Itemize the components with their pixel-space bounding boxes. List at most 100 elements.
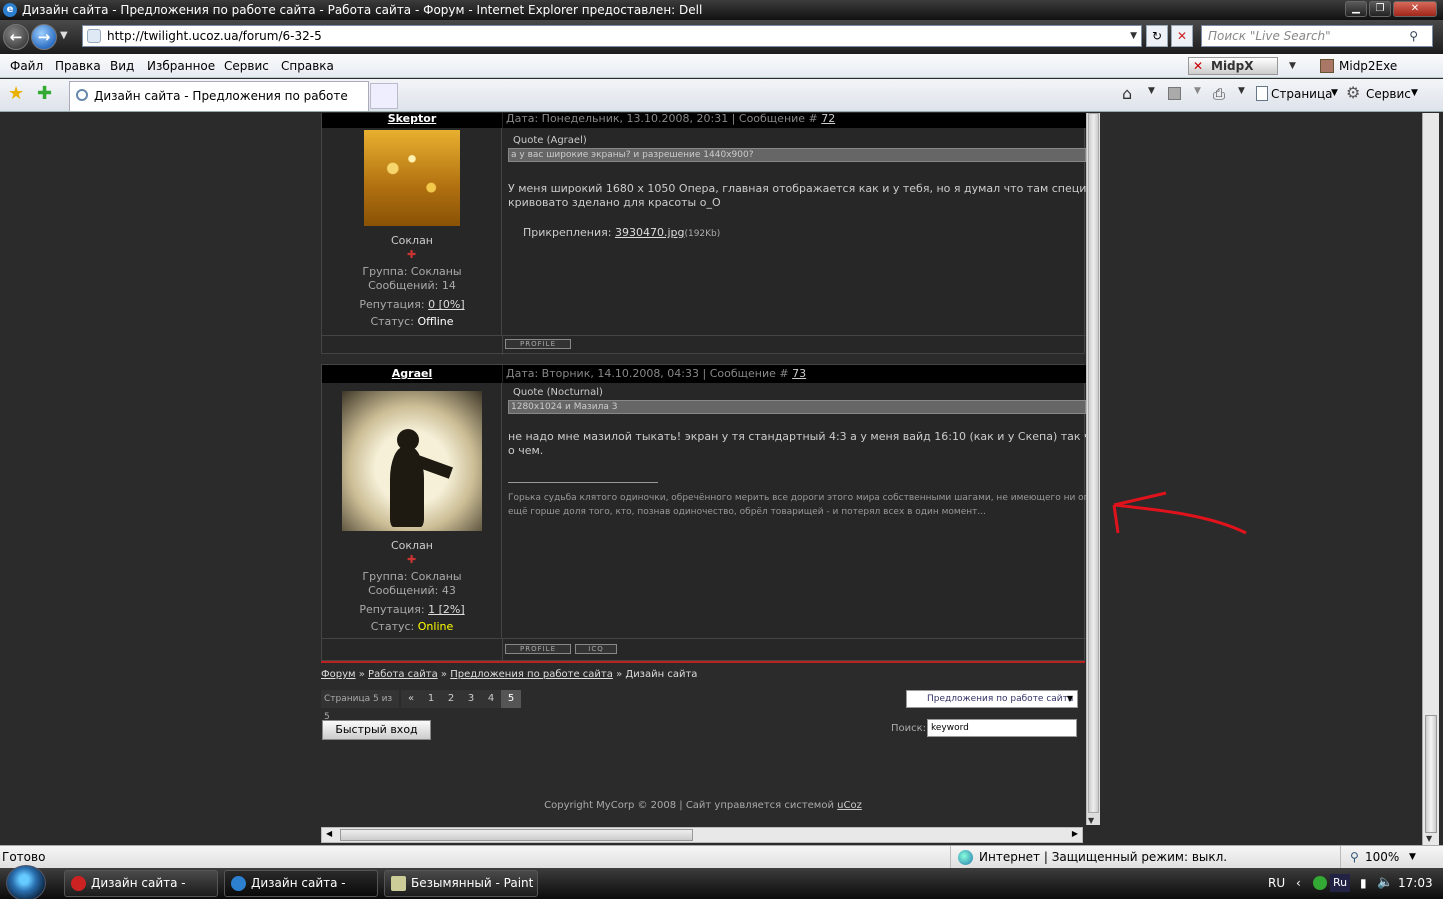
tray-app-icon[interactable]	[1313, 876, 1327, 890]
search-input[interactable]: Поиск "Live Search" ⚲	[1201, 25, 1433, 47]
signature-line2: ещё горше доля того, кто, познав одиноче…	[508, 507, 986, 517]
menu-edit[interactable]: Правка	[55, 54, 101, 78]
pagination-page[interactable]: 4	[481, 690, 501, 708]
quick-login-button[interactable]: Быстрый вход	[322, 720, 431, 740]
opera-icon	[71, 876, 86, 891]
favorites-star-icon[interactable]: ★	[8, 83, 24, 104]
ucoz-link[interactable]: uCoz	[837, 800, 862, 811]
taskbar-item-ie[interactable]: Дизайн сайта - Пре...	[224, 870, 378, 897]
zoom-dropdown-icon[interactable]: ▼	[1409, 846, 1416, 868]
forum-jump-select[interactable]: Предложения по работе сайта ▼	[906, 690, 1078, 708]
address-bar[interactable]: http://twilight.ucoz.ua/forum/6-32-5 ▼	[82, 25, 1142, 47]
post-author[interactable]: Skeptor	[322, 113, 502, 128]
status-offline: Offline	[417, 315, 454, 328]
print-dropdown-icon[interactable]: ▼	[1238, 86, 1245, 96]
midp-dropdown-icon[interactable]: ▼	[1289, 54, 1296, 78]
home-icon[interactable]: ⌂	[1122, 84, 1132, 103]
post-message-line2: о чем.	[508, 444, 544, 457]
forward-button[interactable]: →	[31, 24, 57, 50]
inner-scroll-thumb[interactable]	[1088, 113, 1099, 813]
profile-button[interactable]: PROFILE	[505, 339, 571, 349]
new-tab-button[interactable]	[370, 83, 398, 109]
browser-vertical-scrollbar[interactable]: ▼	[1422, 113, 1439, 845]
pagination-page[interactable]: 2	[441, 690, 461, 708]
stop-icon: ✕	[1176, 29, 1188, 43]
refresh-button[interactable]: ↻	[1146, 25, 1168, 47]
clock[interactable]: 17:03	[1398, 876, 1433, 890]
breadcrumb-subsection[interactable]: Предложения по работе сайта	[450, 669, 613, 680]
feeds-icon[interactable]	[1168, 87, 1181, 100]
taskbar: Дизайн сайта - Пре... Дизайн сайта - Пре…	[0, 865, 1443, 899]
post-number-link[interactable]: 73	[792, 367, 806, 380]
browser-scroll-thumb[interactable]	[1425, 715, 1437, 833]
post-number-link[interactable]: 72	[821, 113, 835, 125]
security-zone[interactable]: Интернет | Защищенный режим: выкл.	[979, 846, 1227, 868]
address-dropdown-icon[interactable]: ▼	[1130, 26, 1137, 46]
back-arrow-icon: ←	[9, 28, 23, 46]
stop-button[interactable]: ✕	[1171, 25, 1193, 47]
page-menu-button[interactable]: Страница	[1271, 79, 1333, 109]
minimize-button[interactable]: ▁	[1345, 1, 1367, 17]
menu-file[interactable]: Файл	[10, 54, 43, 78]
tray-expand-icon[interactable]: ‹	[1296, 876, 1301, 890]
user-message-count: Сообщений: 43	[368, 584, 456, 597]
horizontal-scrollbar[interactable]: ◀ ▶	[321, 827, 1083, 843]
menu-favorites[interactable]: Избранное	[147, 54, 215, 78]
scroll-down-icon[interactable]: ▼	[1088, 816, 1094, 825]
post-author[interactable]: Agrael	[322, 365, 502, 383]
taskbar-item-paint[interactable]: Безымянный - Paint	[384, 870, 538, 897]
search-icon[interactable]: ⚲	[1409, 26, 1418, 46]
close-button[interactable]: ✕	[1393, 1, 1437, 17]
scroll-right-icon[interactable]: ▶	[1072, 829, 1078, 838]
quote-text: 1280x1024 и Мазила 3	[508, 400, 1086, 414]
signature-divider	[508, 482, 658, 483]
post-author-panel: Соклан ✚ Группа: Сокланы Сообщений: 14 Р…	[322, 128, 502, 335]
menu-view[interactable]: Вид	[110, 54, 134, 78]
user-reputation: Репутация: 0 [0%]	[359, 298, 465, 311]
pagination-prev[interactable]: «	[401, 690, 421, 708]
breadcrumb-section[interactable]: Работа сайта	[368, 669, 438, 680]
print-icon[interactable]: ⎙	[1213, 85, 1225, 103]
tools-dropdown-icon[interactable]: ▼	[1411, 88, 1418, 98]
breadcrumb-forum[interactable]: Форум	[321, 669, 356, 680]
icq-button[interactable]: ICQ	[575, 644, 617, 654]
profile-button[interactable]: PROFILE	[505, 644, 571, 654]
pagination-current[interactable]: 5	[501, 690, 521, 708]
taskbar-item-opera[interactable]: Дизайн сайта - Пре...	[64, 870, 218, 897]
browser-scroll-down-icon[interactable]: ▼	[1426, 834, 1432, 843]
search-label: Поиск:	[891, 723, 927, 734]
start-button[interactable]	[6, 865, 46, 899]
pagination-page[interactable]: 3	[461, 690, 481, 708]
menu-tools[interactable]: Сервис	[224, 54, 269, 78]
history-dropdown-icon[interactable]: ▼	[60, 30, 68, 41]
language-indicator[interactable]: RU	[1268, 876, 1285, 890]
zoom-level[interactable]: 100%	[1365, 846, 1399, 868]
home-dropdown-icon[interactable]: ▼	[1148, 86, 1155, 96]
feeds-dropdown-icon[interactable]: ▼	[1194, 86, 1201, 96]
midp-logo[interactable]: ✕ MidpX	[1188, 57, 1278, 75]
inner-vertical-scrollbar[interactable]: ▼	[1086, 113, 1100, 825]
ie-logo-icon: e	[3, 3, 17, 17]
paint-icon	[391, 876, 406, 891]
tools-menu-button[interactable]: Сервис	[1366, 79, 1411, 109]
reputation-link[interactable]: 1 [2%]	[428, 603, 465, 616]
forum-search-input[interactable]: keyword	[927, 719, 1077, 737]
network-icon[interactable]: ▮	[1360, 876, 1367, 890]
pagination-label: Страница 5 из 5	[321, 690, 399, 722]
volume-icon[interactable]: 🔈	[1377, 875, 1393, 890]
user-rank: Соклан	[390, 539, 434, 552]
page-dropdown-icon[interactable]: ▼	[1331, 88, 1338, 98]
attachment-link[interactable]: 3930470.jpg	[615, 226, 685, 239]
rank-emblem-icon: ✚	[407, 553, 417, 566]
tab-active[interactable]: Дизайн сайта - Предложения по работе сай…	[69, 81, 369, 131]
address-url: http://twilight.ucoz.ua/forum/6-32-5	[107, 29, 322, 43]
pagination-page[interactable]: 1	[421, 690, 441, 708]
back-button[interactable]: ←	[3, 24, 29, 50]
horizontal-scroll-thumb[interactable]	[340, 829, 693, 841]
keyboard-layout[interactable]: Ru	[1330, 874, 1350, 892]
maximize-button[interactable]: ❐	[1369, 1, 1391, 17]
scroll-left-icon[interactable]: ◀	[326, 829, 332, 838]
menu-help[interactable]: Справка	[281, 54, 334, 78]
reputation-link[interactable]: 0 [0%]	[428, 298, 465, 311]
add-favorites-icon[interactable]: ✚	[37, 83, 52, 104]
